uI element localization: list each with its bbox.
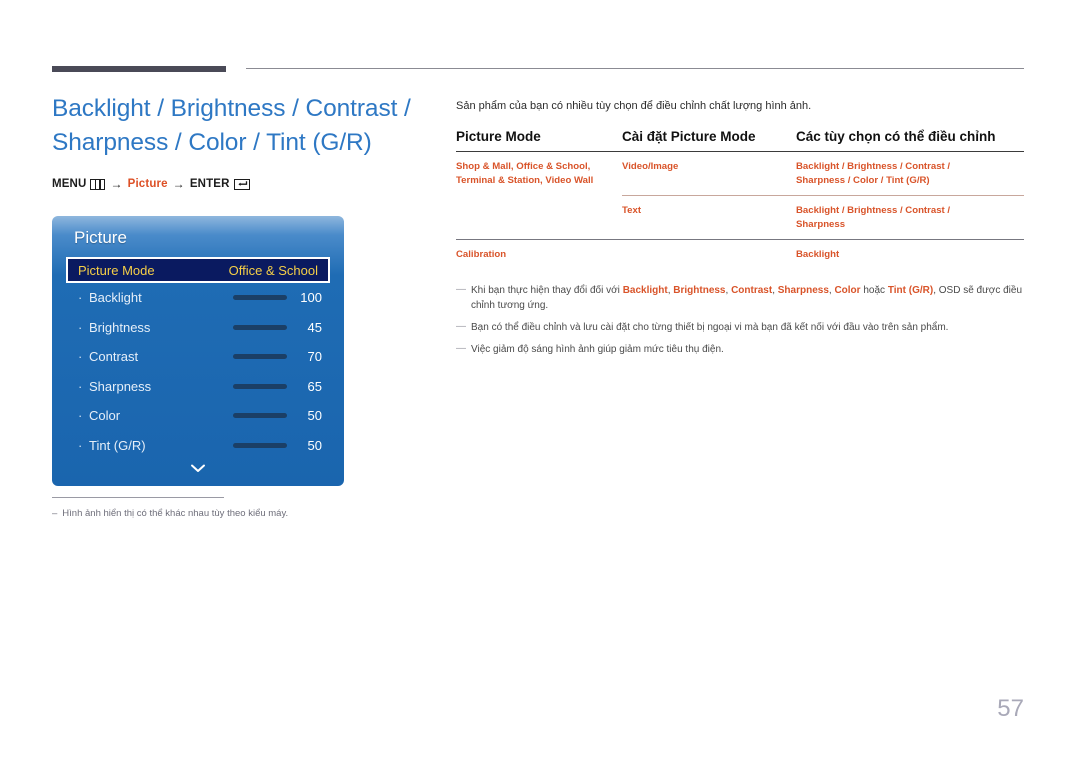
note-dash-icon: — (456, 342, 466, 354)
bullet-icon: · (78, 349, 83, 365)
note-text: Khi bạn thực hiện thay đổi đối với Backl… (471, 284, 1023, 311)
cell-picture-mode: Shop & Mall, Office & School, Terminal &… (456, 161, 594, 186)
bullet-icon: · (78, 319, 83, 335)
cell-options: Backlight / Brightness / Contrast / Shar… (796, 195, 1024, 240)
header-rule (246, 68, 1024, 69)
osd-item-value: 65 (307, 378, 322, 394)
osd-item-value: Office & School (228, 262, 318, 278)
picture-mode-table: Picture Mode Cài đặt Picture Mode Các tù… (456, 129, 1024, 270)
page-number: 57 (997, 695, 1024, 722)
osd-item-backlight[interactable]: · Backlight 100 (52, 283, 344, 313)
osd-item-slider[interactable] (233, 383, 287, 389)
osd-item-slider[interactable] (233, 354, 287, 360)
bullet-icon: · (78, 437, 83, 453)
osd-item-value: 100 (300, 290, 322, 306)
osd-picture-menu-panel[interactable]: Picture Picture Mode Office & School · Ba… (52, 216, 344, 486)
osd-title: Picture (74, 228, 127, 247)
left-column: Backlight / Brightness / Contrast / Shar… (52, 92, 432, 191)
enter-label: ENTER (189, 178, 230, 190)
cell-setting (622, 239, 796, 270)
bullet-icon: · (78, 408, 83, 424)
osd-item-label: Backlight (89, 290, 142, 306)
menu-path-breadcrumb: MENU → Picture → ENTER (52, 177, 432, 191)
table-row: Text Backlight / Brightness / Contrast / … (456, 195, 1024, 240)
osd-item-value: 45 (307, 319, 322, 335)
table-header-picture-mode: Picture Mode (456, 129, 622, 152)
osd-item-label: Sharpness (89, 378, 152, 394)
note-item: — Khi bạn thực hiện thay đổi đối với Back… (456, 283, 1024, 313)
table-row: Shop & Mall, Office & School, Terminal &… (456, 152, 1024, 196)
table-header-row: Picture Mode Cài đặt Picture Mode Các tù… (456, 129, 1024, 152)
note-text: Việc giảm độ sáng hình ảnh giúp giảm mức… (471, 343, 724, 355)
arrow-right-icon-2: → (172, 177, 185, 191)
footnote: – Hình ảnh hiển thị có thể khác nhau tùy… (52, 507, 382, 520)
notes-list: — Khi bạn thực hiện thay đổi đối với Back… (456, 283, 1024, 357)
chevron-down-icon[interactable] (52, 461, 344, 479)
osd-item-picture-mode[interactable]: Picture Mode Office & School (66, 257, 330, 283)
enter-key-icon (233, 178, 250, 190)
page-title: Backlight / Brightness / Contrast / Shar… (52, 95, 411, 156)
header-accent-bar (52, 66, 226, 72)
osd-item-value: 50 (307, 437, 322, 453)
table-header-options: Các tùy chọn có thể điều chỉnh (796, 129, 1024, 152)
osd-item-value: 50 (307, 408, 322, 424)
note-text: Bạn có thể điều chỉnh và lưu cài đặt cho… (471, 321, 949, 333)
menu-label: MENU (52, 178, 87, 190)
intro-paragraph: Sản phẩm của bạn có nhiều tùy chọn để đi… (456, 100, 812, 112)
cell-setting: Video/Image (622, 161, 679, 172)
cell-options: Backlight / Brightness / Contrast / Shar… (796, 161, 951, 186)
note-dash-icon: — (456, 283, 466, 295)
note-item: — Bạn có thể điều chỉnh và lưu cài đặt ch… (456, 320, 1024, 335)
bullet-icon: · (78, 378, 83, 394)
osd-item-color[interactable]: · Color 50 (52, 401, 344, 431)
menu-grid-icon (90, 178, 106, 190)
osd-item-value: 70 (307, 349, 322, 365)
osd-item-slider[interactable] (233, 324, 287, 330)
table-header-setting: Cài đặt Picture Mode (622, 129, 796, 152)
cell-picture-mode (456, 196, 622, 240)
osd-item-slider[interactable] (233, 295, 287, 301)
footnote-text: Hình ảnh hiển thị có thể khác nhau tùy t… (62, 508, 289, 519)
bullet-icon: · (78, 290, 83, 306)
note-dash-icon: — (456, 320, 466, 332)
osd-item-brightness[interactable]: · Brightness 45 (52, 313, 344, 343)
osd-item-contrast[interactable]: · Contrast 70 (52, 342, 344, 372)
osd-item-slider[interactable] (233, 442, 287, 448)
menu-path-section[interactable]: Picture (128, 178, 168, 190)
cell-picture-mode: Calibration (456, 239, 622, 270)
table-row: Calibration Backlight (456, 239, 1024, 270)
arrow-right-icon-1: → (110, 177, 123, 191)
cell-options: Backlight (796, 239, 1024, 270)
note-item: — Việc giảm độ sáng hình ảnh giúp giảm mứ… (456, 342, 1024, 357)
osd-item-slider[interactable] (233, 413, 287, 419)
osd-item-label: Picture Mode (78, 262, 155, 278)
osd-item-tint-g-r[interactable]: · Tint (G/R) 50 (52, 431, 344, 461)
footnote-dash: – (52, 508, 58, 519)
table-body: Shop & Mall, Office & School, Terminal &… (456, 152, 1024, 270)
footnote-divider (52, 497, 224, 498)
osd-item-label: Contrast (89, 349, 139, 365)
osd-item-label: Tint (G/R) (89, 437, 146, 453)
osd-item-list: · Backlight 100 · Brightness 45 · Contrast 70 · Sh… (52, 283, 344, 460)
osd-item-label: Color (89, 408, 121, 424)
left-footnote-block: – Hình ảnh hiển thị có thể khác nhau tùy… (52, 497, 382, 520)
right-column: Sản phẩm của bạn có nhiều tùy chọn để đi… (456, 98, 1024, 364)
osd-item-sharpness[interactable]: · Sharpness 65 (52, 372, 344, 402)
cell-setting: Text (622, 195, 796, 240)
osd-item-label: Brightness (89, 319, 151, 335)
